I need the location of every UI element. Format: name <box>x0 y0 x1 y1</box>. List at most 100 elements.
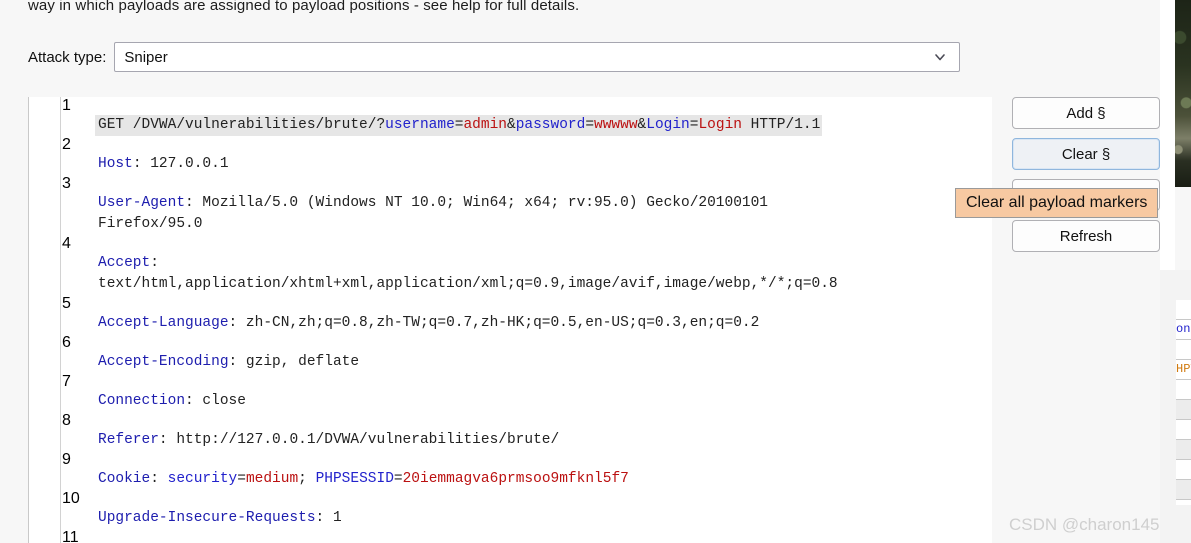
request-line: 5 Accept-Language: zh-CN,zh;q=0.8,zh-TW;q… <box>62 295 992 334</box>
button-add[interactable]: Add § <box>1012 97 1160 129</box>
code-token: wwwww <box>594 117 638 133</box>
help-text: way in which payloads are assigned to pa… <box>28 0 580 14</box>
code-token: admin <box>463 117 507 133</box>
payload-marker-buttons: Add §Clear §Auto §Refresh <box>1012 97 1160 261</box>
code-token: HTTP/1.1 <box>741 117 821 133</box>
line-number: 7 <box>62 373 71 390</box>
partial-table-row <box>1176 460 1191 480</box>
code-token: Login <box>698 117 742 133</box>
code-token: security <box>167 471 238 487</box>
partial-table-row <box>1176 480 1191 500</box>
code-token: PHPSESSID <box>315 471 394 487</box>
request-line: 6 Accept-Encoding: gzip, deflate <box>62 334 992 373</box>
line-number: 9 <box>62 451 71 468</box>
request-line-text: Referer: http://127.0.0.1/DVWA/vulnerabi… <box>95 430 992 451</box>
button-label: Clear § <box>1061 145 1111 163</box>
request-editor[interactable]: 1 GET /DVWA/vulnerabilities/brute/?userna… <box>28 97 992 543</box>
code-token: : http://127.0.0.1/DVWA/vulnerabilities/… <box>158 432 560 448</box>
partial-table-row <box>1176 300 1191 320</box>
code-token: Referer <box>98 432 159 448</box>
button-label: Refresh <box>1059 227 1113 245</box>
line-number: 4 <box>62 235 71 252</box>
request-line-text: Accept-Encoding: gzip, deflate <box>95 352 992 373</box>
request-line-text: Accept-Language: zh-CN,zh;q=0.8,zh-TW;q=… <box>95 313 992 334</box>
partial-table-row <box>1176 420 1191 440</box>
request-line-continuation: text/html,application/xhtml+xml,applicat… <box>98 276 838 292</box>
right-white-panel <box>1160 0 1175 270</box>
tooltip-text: Clear all payload markers <box>966 194 1148 211</box>
button-refresh[interactable]: Refresh <box>1012 220 1160 252</box>
request-line-text: Cookie: security=medium; PHPSESSID=20iem… <box>95 469 992 490</box>
code-token: : 1 <box>315 510 342 526</box>
line-number: 5 <box>62 295 71 312</box>
request-line: 8 Referer: http://127.0.0.1/DVWA/vulnerab… <box>62 412 992 451</box>
request-code-area[interactable]: 1 GET /DVWA/vulnerabilities/brute/?userna… <box>62 97 992 543</box>
line-number: 8 <box>62 412 71 429</box>
attack-type-dropdown[interactable]: Sniper <box>114 42 961 72</box>
partial-table-row <box>1176 400 1191 420</box>
partial-table-cell: on <box>1176 322 1191 336</box>
line-number: 10 <box>62 490 80 507</box>
line-number: 3 <box>62 175 71 192</box>
chevron-down-icon <box>933 50 947 64</box>
code-token: : zh-CN,zh;q=0.8,zh-TW;q=0.7,zh-HK;q=0.5… <box>228 315 760 331</box>
line-number: 11 <box>62 529 79 543</box>
code-token: Upgrade-Insecure-Requests <box>98 510 316 526</box>
code-token: Accept-Encoding <box>98 354 229 370</box>
request-line-text: User-Agent: Mozilla/5.0 (Windows NT 10.0… <box>95 193 992 214</box>
code-token: : 127.0.0.1 <box>132 156 229 172</box>
code-token: : <box>150 255 159 271</box>
code-token: = <box>393 471 403 487</box>
attack-type-value: Sniper <box>124 48 168 66</box>
request-line: 2 Host: 127.0.0.1 <box>62 136 992 175</box>
watermark-cover <box>1160 505 1191 543</box>
code-token: password <box>515 117 586 133</box>
request-line: 9 Cookie: security=medium; PHPSESSID=20ie… <box>62 451 992 490</box>
request-line: 7 Connection: close <box>62 373 992 412</box>
code-token: : <box>150 471 168 487</box>
request-line-text: Host: 127.0.0.1 <box>95 154 992 175</box>
tooltip-clear-payload-markers: Clear all payload markers <box>955 188 1159 218</box>
code-token: User-Agent <box>98 195 186 211</box>
code-token: Accept <box>98 255 151 271</box>
line-number-gutter <box>29 97 61 543</box>
partial-table-cell: HPT <box>1176 362 1191 376</box>
code-token: username <box>385 117 455 133</box>
code-token: Accept-Language <box>98 315 229 331</box>
partial-table-row <box>1176 380 1191 400</box>
code-token: Cookie <box>98 471 151 487</box>
request-line: 10 Upgrade-Insecure-Requests: 1 <box>62 490 992 529</box>
code-token: = <box>237 471 246 487</box>
partial-background-table: on HPT <box>1176 300 1191 520</box>
partial-table-row <box>1176 440 1191 460</box>
code-token: Login <box>646 117 690 133</box>
request-line-continuation: Firefox/95.0 <box>98 216 203 232</box>
request-line-text: Connection: close <box>95 391 992 412</box>
line-number: 6 <box>62 334 71 351</box>
request-line: 1 GET /DVWA/vulnerabilities/brute/?userna… <box>62 97 992 136</box>
request-line: 3 User-Agent: Mozilla/5.0 (Windows NT 10.… <box>62 175 992 235</box>
button-label: Add § <box>1066 104 1106 122</box>
partial-table-row: HPT <box>1176 360 1191 380</box>
code-token: Host <box>98 156 133 172</box>
line-number: 1 <box>62 97 71 114</box>
button-clear[interactable]: Clear § <box>1012 138 1160 170</box>
request-line: 11Sec-Fetch-Dest: document <box>62 529 992 543</box>
code-token: : gzip, deflate <box>228 354 360 370</box>
attack-type-row: Attack type: Sniper <box>28 42 961 72</box>
code-token: medium <box>245 471 299 487</box>
code-token: 20iemmagva6prmsoo9mfknl5f7 <box>402 471 629 487</box>
code-token: & <box>507 117 516 133</box>
partial-table-row <box>1176 340 1191 360</box>
background-photo-strip <box>1175 0 1191 187</box>
request-line-text: Upgrade-Insecure-Requests: 1 <box>95 508 992 529</box>
code-token: Connection <box>98 393 186 409</box>
code-token: = <box>585 117 595 133</box>
request-line-text: GET /DVWA/vulnerabilities/brute/?usernam… <box>95 115 823 136</box>
code-token: & <box>637 117 647 133</box>
code-token: : Mozilla/5.0 (Windows NT 10.0; Win64; x… <box>185 195 769 211</box>
code-token: : close <box>185 393 246 409</box>
partial-table-row: on <box>1176 320 1191 340</box>
request-line: 4 Accept: text/html,application/xhtml+xml,… <box>62 235 992 295</box>
attack-type-label: Attack type: <box>28 48 107 66</box>
